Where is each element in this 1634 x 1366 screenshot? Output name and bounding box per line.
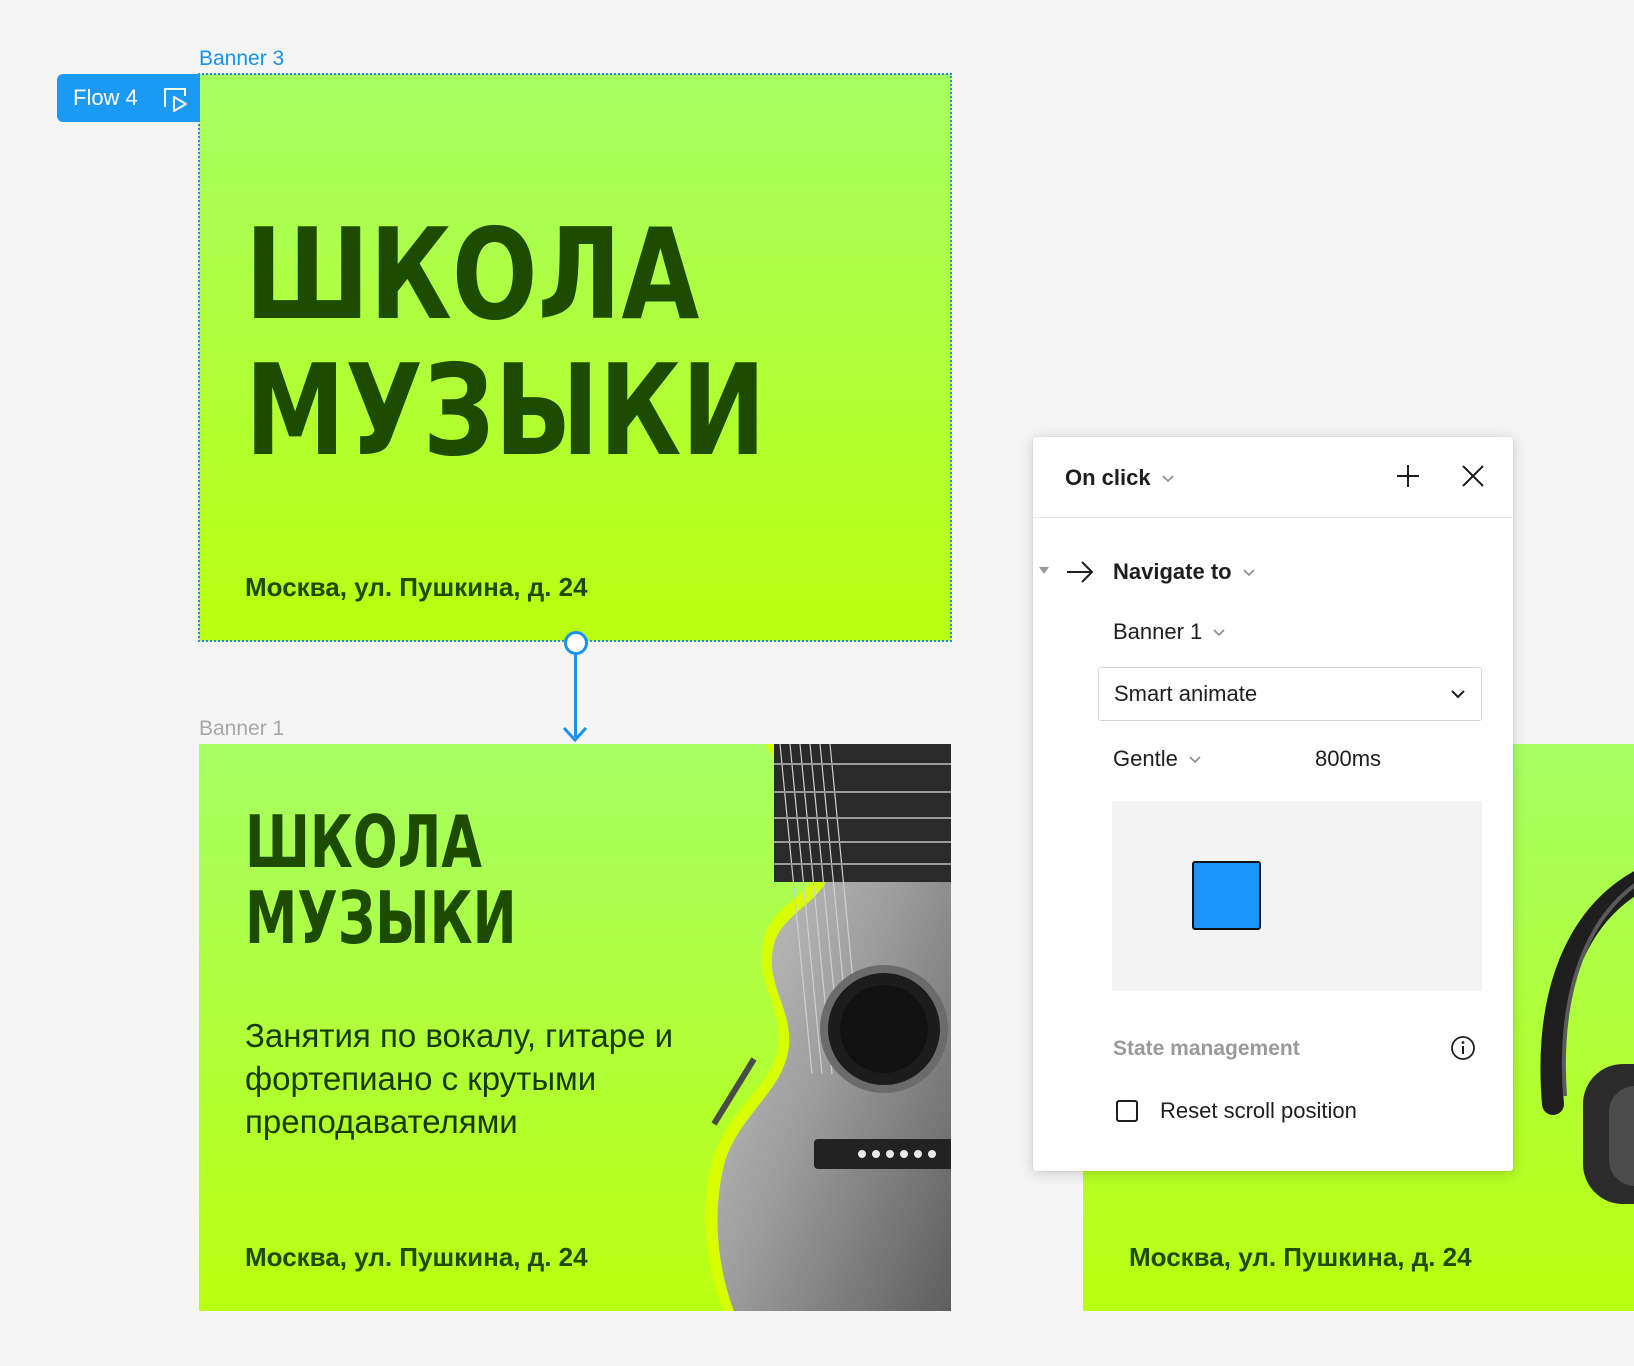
animation-preview: [1112, 801, 1482, 991]
chevron-down-icon: [1213, 629, 1225, 637]
trigger-label: On click: [1065, 465, 1151, 490]
banner-address: Москва, ул. Пушкина, д. 24: [245, 572, 588, 602]
action-label: Navigate to: [1113, 559, 1232, 584]
plus-icon[interactable]: [1395, 463, 1421, 489]
banner-3-frame[interactable]: ШКОЛА МУЗЫКИ Москва, ул. Пушкина, д. 24: [198, 73, 952, 642]
reset-scroll-option[interactable]: Reset scroll position: [1116, 1098, 1357, 1124]
animation-value: Smart animate: [1114, 681, 1258, 706]
flow-tag-label: Flow 4: [73, 85, 138, 110]
arrow-right-icon: [1067, 561, 1094, 583]
banner-address: Москва, ул. Пушкина, д. 24: [1129, 1242, 1472, 1272]
interaction-details-panel: On click Navigate to Banner 1 Smart anim…: [1033, 437, 1513, 1171]
reset-scroll-checkbox[interactable]: [1116, 1100, 1138, 1122]
duration-input[interactable]: 800ms: [1315, 746, 1405, 772]
banner-title-line-2: МУЗЫКИ: [245, 337, 766, 484]
play-frame-icon[interactable]: [161, 85, 189, 113]
easing-dropdown[interactable]: Gentle: [1113, 746, 1202, 772]
action-dropdown[interactable]: Navigate to: [1113, 559, 1256, 585]
banner-address: Москва, ул. Пушкина, д. 24: [245, 1242, 588, 1272]
panel-header: On click: [1033, 437, 1513, 518]
frame-label-banner-3[interactable]: Banner 3: [199, 48, 284, 69]
chevron-down-icon: [1162, 475, 1174, 483]
reset-scroll-label: Reset scroll position: [1160, 1098, 1357, 1123]
chevron-down-icon: [1243, 569, 1255, 577]
connection-arrow-icon: [562, 726, 588, 743]
banner-title-line-1: ШКОЛА: [245, 201, 700, 348]
easing-label: Gentle: [1113, 746, 1178, 771]
close-icon[interactable]: [1460, 463, 1486, 489]
banner-title-line-1: ШКОЛА: [245, 800, 482, 884]
info-icon[interactable]: [1450, 1035, 1476, 1061]
animation-select[interactable]: Smart animate: [1098, 667, 1482, 721]
headphones-image: [1540, 871, 1634, 1204]
destination-label: Banner 1: [1113, 619, 1203, 644]
caret-down-icon[interactable]: [1037, 565, 1051, 577]
chevron-down-icon: [1451, 690, 1465, 699]
guitar-image: [705, 744, 951, 1311]
destination-dropdown[interactable]: Banner 1: [1113, 619, 1226, 645]
flow-4-tag[interactable]: Flow 4: [57, 74, 200, 122]
banner-subtitle: Занятия по вокалу, гитаре и фортепиано с…: [245, 1017, 674, 1140]
action-row: Navigate to: [1033, 555, 1513, 591]
trigger-dropdown[interactable]: On click: [1065, 465, 1175, 491]
chevron-down-icon: [1189, 756, 1201, 764]
banner-1-frame[interactable]: ШКОЛА МУЗЫКИ Занятия по вокалу, гитаре и…: [199, 744, 951, 1311]
frame-label-banner-1[interactable]: Banner 1: [199, 718, 284, 739]
state-management-label: State management: [1113, 1037, 1300, 1060]
prototype-connection-handle[interactable]: [564, 631, 588, 655]
banner-title-line-2: МУЗЫКИ: [245, 876, 517, 960]
preview-square: [1192, 861, 1261, 930]
